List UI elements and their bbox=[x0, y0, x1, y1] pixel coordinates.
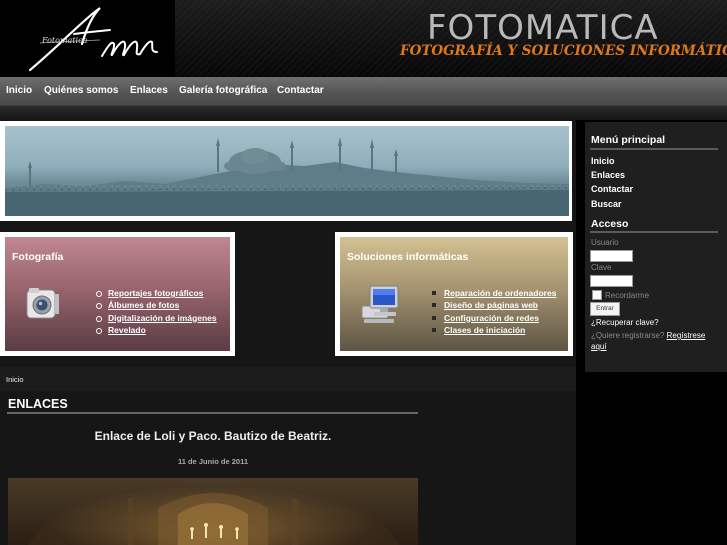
header-band bbox=[0, 106, 727, 120]
section-title: ENLACES bbox=[8, 397, 68, 411]
section-divider bbox=[7, 412, 418, 414]
fotografia-panel: Fotografía Reportajes fotográficos Álbum… bbox=[0, 232, 235, 356]
main-nav: Inicio Quiénes somos Enlaces Galería fot… bbox=[0, 77, 727, 106]
remember-me-checkbox[interactable] bbox=[592, 290, 602, 300]
link-revelado[interactable]: Revelado bbox=[95, 324, 217, 336]
breadcrumb[interactable]: Inicio bbox=[6, 375, 24, 384]
password-field[interactable] bbox=[590, 275, 633, 287]
register-prompt-text: ¿Quiere registrarse? bbox=[591, 331, 665, 340]
brand-name: FOTOMATICA bbox=[427, 8, 659, 48]
main-menu-title: Menú principal bbox=[591, 134, 666, 146]
brand-tagline: FOTOGRAFÍA Y SOLUCIONES INFORMÁTICAS bbox=[400, 43, 727, 59]
fotografia-panel-body: Fotografía Reportajes fotográficos Álbum… bbox=[5, 237, 230, 351]
login-divider bbox=[590, 231, 718, 233]
nav-item-inicio[interactable]: Inicio bbox=[6, 85, 32, 96]
soluciones-links: Reparación de ordenadores Diseño de pági… bbox=[431, 287, 556, 336]
link-albumes-de-fotos[interactable]: Álbumes de fotos bbox=[95, 299, 217, 311]
soluciones-panel: Soluciones informáticas Reparación de or… bbox=[335, 232, 573, 356]
recover-password-link[interactable]: ¿Recuperar clave? bbox=[591, 318, 659, 327]
link-reparacion-de-ordenadores[interactable]: Reparación de ordenadores bbox=[431, 287, 556, 299]
article-photo bbox=[8, 478, 418, 545]
soluciones-panel-title: Soluciones informáticas bbox=[347, 251, 469, 263]
nav-item-quienes-somos[interactable]: Quiénes somos bbox=[44, 85, 118, 96]
banner-image bbox=[5, 126, 569, 216]
sidebar-item-inicio[interactable]: Inicio bbox=[591, 156, 615, 166]
sidebar-item-contactar[interactable]: Contactar bbox=[591, 184, 633, 194]
login-button[interactable]: Entrar bbox=[590, 302, 620, 316]
password-label: Clave bbox=[591, 263, 612, 272]
site-header: Fotomatica FOTOMATICA FOTOGRAFÍA Y SOLUC… bbox=[0, 0, 727, 77]
banner bbox=[0, 121, 572, 221]
site-logo[interactable]: Fotomatica bbox=[0, 0, 175, 77]
article-title[interactable]: Enlace de Loli y Paco. Bautizo de Beatri… bbox=[8, 429, 418, 443]
nav-item-galeria[interactable]: Galería fotográfica bbox=[179, 85, 267, 96]
link-clases-de-iniciacion[interactable]: Clases de iniciación bbox=[431, 324, 556, 336]
nav-item-contactar[interactable]: Contactar bbox=[277, 85, 324, 96]
link-diseno-de-paginas-web[interactable]: Diseño de páginas web bbox=[431, 299, 556, 311]
computer-icon bbox=[361, 285, 399, 323]
remember-me-label: Recordarme bbox=[605, 291, 650, 300]
fotografia-links: Reportajes fotográficos Álbumes de fotos… bbox=[95, 287, 217, 336]
link-reportajes-fotograficos[interactable]: Reportajes fotográficos bbox=[95, 287, 217, 299]
article-date: 11 de Junio de 2011 bbox=[177, 457, 249, 466]
church-interior-image bbox=[28, 493, 400, 545]
logo-signature-icon bbox=[28, 7, 158, 72]
nav-item-enlaces[interactable]: Enlaces bbox=[130, 85, 168, 96]
register-prompt: ¿Quiere registrarse? Regístrese aquí bbox=[591, 330, 721, 352]
soluciones-panel-body: Soluciones informáticas Reparación de or… bbox=[340, 237, 568, 351]
username-label: Usuario bbox=[591, 238, 619, 247]
login-title: Acceso bbox=[591, 218, 629, 230]
camera-icon bbox=[26, 288, 59, 319]
breadcrumb-bar bbox=[0, 367, 576, 391]
link-digitalizacion-de-imagenes[interactable]: Digitalización de imágenes bbox=[95, 312, 217, 324]
logo-script-text: Fotomatica bbox=[42, 36, 88, 45]
fotografia-panel-title: Fotografía bbox=[12, 251, 64, 263]
link-configuracion-de-redes[interactable]: Configuración de redes bbox=[431, 312, 556, 324]
main-menu-divider bbox=[590, 148, 718, 150]
sidebar-item-buscar[interactable]: Buscar bbox=[591, 199, 622, 209]
sidebar-item-enlaces[interactable]: Enlaces bbox=[591, 170, 625, 180]
city-skyline-icon bbox=[5, 137, 569, 216]
username-field[interactable] bbox=[590, 250, 633, 262]
